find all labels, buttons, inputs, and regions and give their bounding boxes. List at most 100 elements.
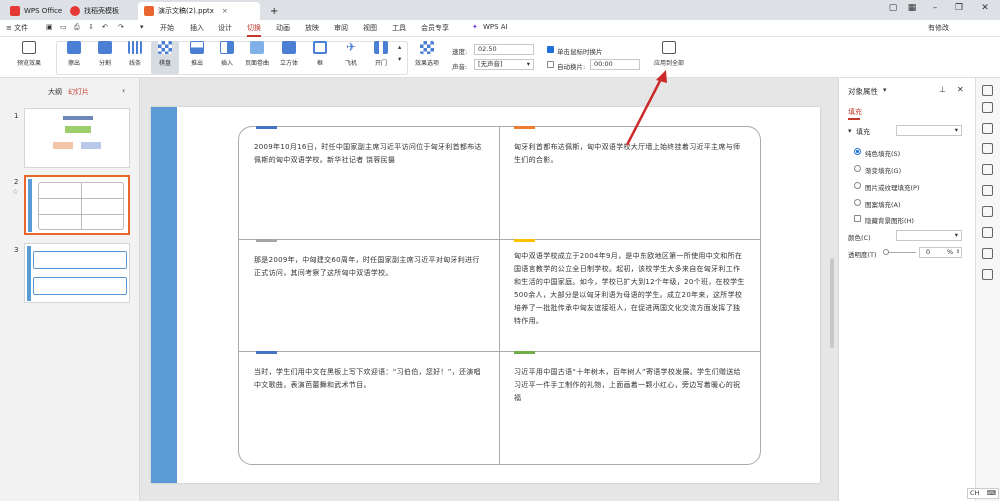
menu-start[interactable]: 开始	[160, 23, 174, 33]
effect-checkerboard[interactable]: 棋盘	[151, 41, 179, 74]
history-icon[interactable]	[982, 206, 993, 217]
share-icon[interactable]	[982, 248, 993, 259]
cell-text[interactable]: 匈中双语学校成立于2004年9月，是中东欧地区第一所使用中文和所在国语言教学的公…	[514, 250, 746, 328]
wps-ai-button[interactable]: WPS AI	[483, 23, 508, 31]
cell-text[interactable]: 习近平用中国古语“十年树木，百年树人”寄语学校发展。学生们赠送给习近平一件手工制…	[514, 366, 746, 405]
presentation-icon	[144, 6, 154, 16]
tab-presentation[interactable]: 演示文稿(2).pptx ×	[138, 2, 260, 20]
stepper-icon[interactable]: ⇕	[956, 248, 960, 257]
effect-open-door[interactable]: 开门	[367, 41, 395, 67]
undo-icon[interactable]: ↶	[102, 23, 108, 31]
grid-icon[interactable]: ▦	[905, 3, 919, 13]
chevron-down-icon[interactable]: ▾	[883, 86, 887, 94]
slider-handle[interactable]	[883, 249, 889, 255]
effect-page-curl[interactable]: 页面卷曲	[243, 41, 271, 67]
open-icon[interactable]: ▭	[60, 23, 67, 31]
menu-view[interactable]: 视图	[363, 23, 377, 33]
slide-thumbnail-2[interactable]	[24, 175, 130, 235]
menu-slideshow[interactable]: 放映	[305, 23, 319, 33]
animation-icon[interactable]	[982, 123, 993, 134]
menu-insert[interactable]: 插入	[190, 23, 204, 33]
cube-icon	[282, 41, 296, 54]
speed-input[interactable]: 02.50	[474, 44, 534, 55]
effect-label: 推出	[190, 60, 203, 67]
properties-icon[interactable]	[982, 85, 993, 96]
thumb-title	[63, 116, 93, 120]
tab-fill[interactable]: 填充	[848, 107, 862, 117]
cell-text[interactable]: 匈牙利首都布达佩斯，匈中双语学校大厅墙上始终挂着习近平主席与师生们的合影。	[514, 141, 746, 167]
tab-slides[interactable]: 幻灯片	[68, 87, 89, 97]
effect-split[interactable]: 分割	[91, 41, 119, 67]
minimize-icon[interactable]: –	[928, 3, 942, 13]
redo-icon[interactable]: ↷	[118, 23, 124, 31]
vertical-scrollbar[interactable]	[830, 258, 834, 348]
export-icon[interactable]: ⇩	[88, 23, 94, 31]
add-tab-button[interactable]: +	[264, 2, 284, 20]
menu-tools[interactable]: 工具	[392, 23, 406, 33]
preview-effect-button[interactable]: 预览效果	[10, 41, 48, 67]
sound-select[interactable]: [无声音] ▾	[474, 59, 534, 70]
shapes-icon[interactable]	[982, 185, 993, 196]
auto-time-input[interactable]: 00:00	[590, 59, 640, 70]
more-icon[interactable]: ▾	[140, 23, 144, 31]
expand-icon[interactable]: ▾	[848, 127, 852, 135]
file-menu[interactable]: ≡ 文件	[6, 23, 28, 33]
box-icon	[313, 41, 327, 54]
settings-icon[interactable]	[982, 102, 993, 113]
cell-text[interactable]: 2009年10月16日，时任中国家副主席习近平访问位于匈牙利首都布达佩斯的匈中双…	[254, 141, 486, 167]
menu-bar: ≡ 文件 ▣ ▭ ⎙ ⇩ ↶ ↷ ▾ 开始 插入 设计 切换 动画 放映 审阅 …	[0, 20, 1000, 55]
tab-template[interactable]: 找稻壳模板	[64, 2, 125, 20]
click-switch-checkbox[interactable]	[547, 46, 554, 53]
hide-bg-checkbox[interactable]	[854, 215, 861, 222]
effect-wipe[interactable]: 擦出	[60, 41, 88, 67]
cell-text[interactable]: 当时，学生们用中文在黑板上写下欢迎语：“习伯伯，您好！”，还演唱中文歌曲，表演芭…	[254, 366, 486, 392]
transparency-input[interactable]: 0 % ⇕	[919, 247, 962, 258]
menu-design[interactable]: 设计	[218, 23, 232, 33]
menu-animation[interactable]: 动画	[276, 23, 290, 33]
color-label: 颜色(C)	[848, 234, 871, 242]
thumb-row	[33, 251, 127, 269]
effect-push[interactable]: 推出	[183, 41, 211, 67]
collapse-pane-icon[interactable]: ‹	[122, 86, 125, 95]
gallery-up-icon[interactable]: ▴	[398, 43, 401, 51]
solid-fill-radio[interactable]	[854, 148, 861, 155]
menu-review[interactable]: 审阅	[334, 23, 348, 33]
tab-outline[interactable]: 大纲	[48, 87, 62, 97]
pin-icon[interactable]: ⊥	[939, 85, 946, 94]
layout-icon[interactable]	[982, 164, 993, 175]
gallery-down-icon[interactable]: ▾	[398, 55, 401, 63]
modified-indicator[interactable]: 有修改	[928, 23, 949, 33]
sound-value: [无声音]	[478, 60, 503, 68]
effect-lines[interactable]: 线条	[121, 41, 149, 67]
menu-member[interactable]: 会员专享	[421, 23, 449, 33]
close-window-icon[interactable]: ✕	[978, 3, 992, 13]
effect-cube[interactable]: 立方体	[275, 41, 303, 67]
fill-select[interactable]: ▾	[896, 125, 962, 136]
print-icon[interactable]: ⎙	[74, 23, 80, 32]
apply-all-button[interactable]: 应用到全部	[650, 41, 688, 67]
slide-thumbnail-1[interactable]	[24, 108, 130, 168]
close-tab-icon[interactable]: ×	[222, 7, 228, 15]
tab-wps-office[interactable]: WPS Office	[4, 2, 68, 20]
effect-options-button[interactable]: 效果选项	[410, 41, 444, 67]
tools-icon[interactable]	[982, 269, 993, 280]
gradient-fill-radio[interactable]	[854, 165, 861, 172]
pattern-fill-radio[interactable]	[854, 199, 861, 206]
cell-text[interactable]: 那是2009年，中匈建交60周年，时任国家副主席习近平对匈牙利进行正式访问，其间…	[254, 254, 486, 280]
slide-thumbnail-3[interactable]	[24, 243, 130, 303]
maximize-icon[interactable]: ❐	[952, 3, 966, 13]
layout-icon[interactable]: ▢	[886, 3, 900, 13]
close-pane-icon[interactable]: ✕	[957, 85, 964, 94]
menu-transition[interactable]: 切换	[247, 23, 261, 37]
color-select[interactable]: ▾	[896, 230, 962, 241]
save-icon[interactable]: ▣	[46, 23, 53, 31]
effect-insert[interactable]: 插入	[213, 41, 241, 67]
thumb-divider	[38, 198, 124, 199]
picture-fill-radio[interactable]	[854, 182, 861, 189]
ime-indicator[interactable]: CH ⌨	[967, 488, 999, 499]
layers-icon[interactable]	[982, 143, 993, 154]
effect-airplane[interactable]: ✈ 飞机	[337, 41, 365, 68]
help-icon[interactable]	[982, 227, 993, 238]
auto-switch-checkbox[interactable]	[547, 61, 554, 68]
effect-box[interactable]: 框	[306, 41, 334, 67]
